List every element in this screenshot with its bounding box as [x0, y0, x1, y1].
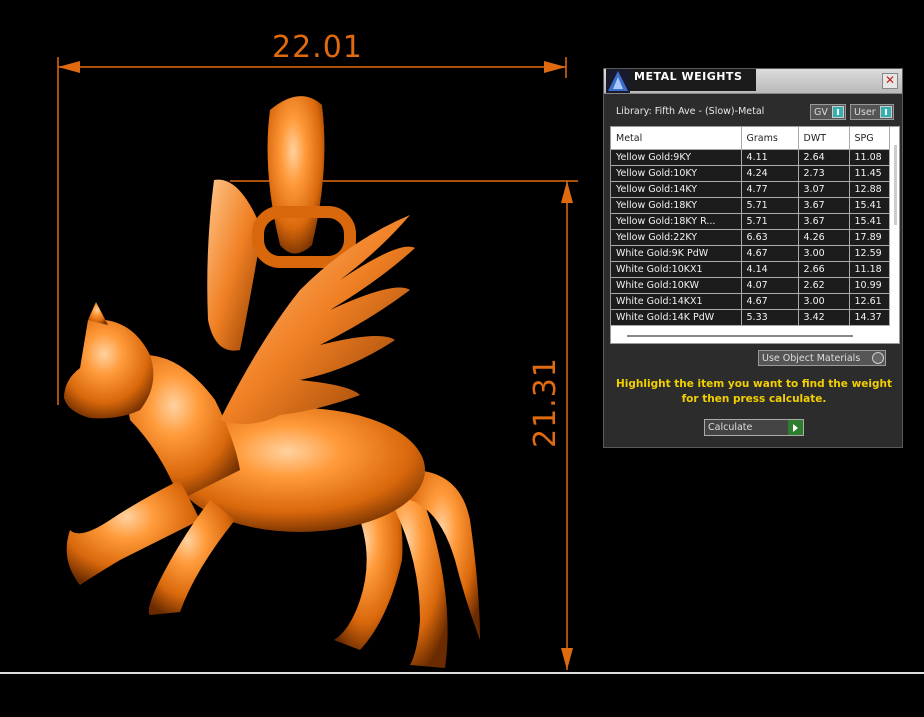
table-cell: 4.67: [741, 293, 799, 310]
table-row[interactable]: Yellow Gold:22KY 6.63 4.26 17.89: [611, 229, 890, 246]
table-cell: White Gold:10KW: [611, 277, 742, 294]
table-cell: 2.66: [798, 261, 850, 278]
column-header-grams[interactable]: Grams: [741, 127, 799, 150]
vertical-scrollbar[interactable]: [894, 145, 897, 225]
table-cell: Yellow Gold:14KY: [611, 181, 742, 198]
table-cell: 11.18: [849, 261, 890, 278]
metal-weights-panel: METAL WEIGHTS ✕ Library: Fifth Ave - (Sl…: [603, 68, 903, 448]
table-cell: 14.37: [849, 309, 890, 326]
metal-table[interactable]: Metal Grams DWT SPG Yellow Gold:9KY 4.11 2…: [610, 126, 900, 344]
table-cell: 4.11: [741, 149, 799, 166]
table-cell: 5.71: [741, 213, 799, 230]
table-cell: 4.07: [741, 277, 799, 294]
table-cell: 4.26: [798, 229, 850, 246]
table-cell: 5.33: [741, 309, 799, 326]
table-cell: White Gold:10KX1: [611, 261, 742, 278]
table-cell: Yellow Gold:18KY: [611, 197, 742, 214]
table-cell: 2.73: [798, 165, 850, 182]
table-cell: 3.00: [798, 245, 850, 262]
table-cell: 3.67: [798, 213, 850, 230]
height-dimension-label: 21.31: [528, 357, 563, 448]
table-cell: 4.14: [741, 261, 799, 278]
table-cell: White Gold:14K PdW: [611, 309, 742, 326]
table-row[interactable]: Yellow Gold:18KY R... 5.71 3.67 15.41: [611, 213, 890, 230]
table-row[interactable]: Yellow Gold:9KY 4.11 2.64 11.08: [611, 149, 890, 166]
toggle-switch-icon: [880, 106, 892, 118]
table-cell: White Gold:9K PdW: [611, 245, 742, 262]
table-cell: 3.67: [798, 197, 850, 214]
table-row[interactable]: White Gold:10KW 4.07 2.62 10.99: [611, 277, 890, 294]
user-toggle[interactable]: User: [850, 104, 894, 120]
panel-title: METAL WEIGHTS: [630, 69, 756, 91]
column-header-dwt[interactable]: DWT: [798, 127, 850, 150]
table-row[interactable]: White Gold:14KX1 4.67 3.00 12.61: [611, 293, 890, 310]
library-label: Library: Fifth Ave - (Slow)-Metal: [616, 106, 765, 117]
calculate-label: Calculate: [708, 422, 753, 433]
table-cell: 4.77: [741, 181, 799, 198]
table-cell: 3.42: [798, 309, 850, 326]
table-row[interactable]: Yellow Gold:14KY 4.77 3.07 12.88: [611, 181, 890, 198]
instructions-text: Highlight the item you want to find the …: [616, 378, 892, 405]
pegasus-model: [64, 96, 480, 668]
table-cell: 10.99: [849, 277, 890, 294]
table-cell: Yellow Gold:9KY: [611, 149, 742, 166]
toggle-switch-icon: [832, 106, 844, 118]
table-cell: Yellow Gold:18KY R...: [611, 213, 742, 230]
width-dimension-label: 22.01: [272, 30, 363, 65]
panel-titlebar[interactable]: METAL WEIGHTS ✕: [604, 69, 902, 94]
table-cell: 4.24: [741, 165, 799, 182]
table-row[interactable]: White Gold:9K PdW 4.67 3.00 12.59: [611, 245, 890, 262]
table-cell: Yellow Gold:22KY: [611, 229, 742, 246]
table-cell: 12.88: [849, 181, 890, 198]
radio-icon: [872, 352, 884, 364]
table-cell: 4.67: [741, 245, 799, 262]
horizontal-scrollbar[interactable]: [627, 335, 853, 337]
gv-toggle[interactable]: GV: [810, 104, 846, 120]
table-cell: White Gold:14KX1: [611, 293, 742, 310]
table-cell: 6.63: [741, 229, 799, 246]
table-cell: 3.00: [798, 293, 850, 310]
table-row[interactable]: White Gold:14K PdW 5.33 3.42 14.37: [611, 309, 890, 326]
table-cell: 5.71: [741, 197, 799, 214]
table-cell: 12.61: [849, 293, 890, 310]
use-object-materials-label: Use Object Materials: [762, 353, 861, 364]
table-row[interactable]: Yellow Gold:10KY 4.24 2.73 11.45: [611, 165, 890, 182]
play-arrow-icon: [788, 420, 803, 435]
table-cell: 2.64: [798, 149, 850, 166]
table-cell: 11.45: [849, 165, 890, 182]
user-label: User: [854, 107, 876, 118]
gv-label: GV: [814, 107, 828, 118]
close-button[interactable]: ✕: [882, 73, 898, 89]
column-header-metal[interactable]: Metal: [611, 127, 742, 150]
app-logo-icon: [606, 69, 630, 93]
table-row[interactable]: White Gold:10KX1 4.14 2.66 11.18: [611, 261, 890, 278]
table-cell: 15.41: [849, 197, 890, 214]
use-object-materials-option[interactable]: Use Object Materials: [758, 350, 886, 366]
table-cell: 3.07: [798, 181, 850, 198]
table-row[interactable]: Yellow Gold:18KY 5.71 3.67 15.41: [611, 197, 890, 214]
table-cell: 11.08: [849, 149, 890, 166]
table-cell: 2.62: [798, 277, 850, 294]
calculate-button[interactable]: Calculate: [704, 419, 804, 436]
table-cell: 12.59: [849, 245, 890, 262]
table-cell: Yellow Gold:10KY: [611, 165, 742, 182]
table-cell: 17.89: [849, 229, 890, 246]
table-header-row: Metal Grams DWT SPG: [611, 127, 890, 150]
table-cell: 15.41: [849, 213, 890, 230]
close-icon: ✕: [884, 73, 896, 87]
column-header-spg[interactable]: SPG: [849, 127, 890, 150]
